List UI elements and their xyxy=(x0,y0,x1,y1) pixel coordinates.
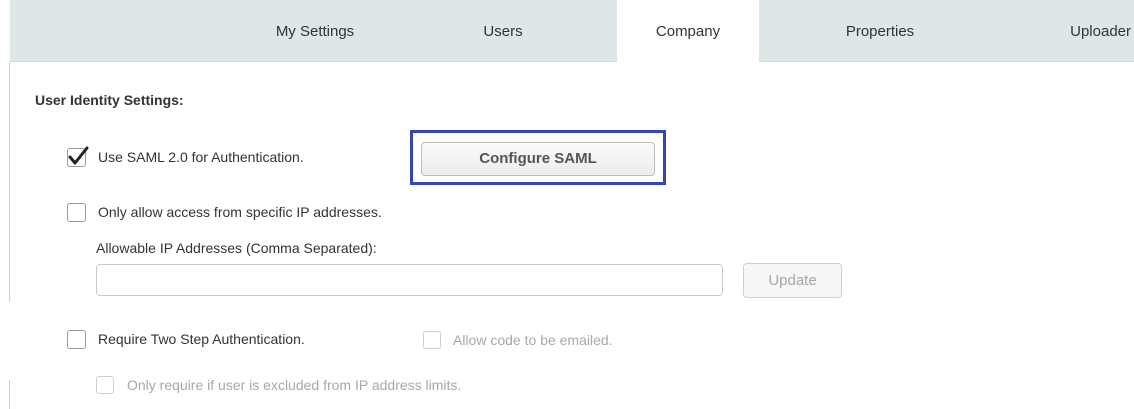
excluded-only-checkbox[interactable] xyxy=(96,376,114,394)
tab-users[interactable]: Users xyxy=(408,0,598,62)
section-title: User Identity Settings: xyxy=(35,92,184,108)
excluded-only-label: Only require if user is excluded from IP… xyxy=(127,377,462,393)
panel-left-border xyxy=(9,62,10,302)
two-step-checkbox[interactable] xyxy=(67,330,86,349)
update-button[interactable]: Update xyxy=(743,263,842,298)
ip-restriction-checkbox[interactable] xyxy=(67,203,86,222)
email-code-label: Allow code to be emailed. xyxy=(453,332,613,348)
email-code-checkbox[interactable] xyxy=(423,331,441,349)
tab-company[interactable]: Company xyxy=(617,0,759,63)
tab-uploader[interactable]: Uploader xyxy=(995,0,1134,62)
ip-restriction-label: Only allow access from specific IP addre… xyxy=(98,204,382,220)
two-step-label: Require Two Step Authentication. xyxy=(98,331,305,347)
tab-my-settings[interactable]: My Settings xyxy=(225,0,405,62)
saml-label: Use SAML 2.0 for Authentication. xyxy=(98,149,304,165)
saml-checkbox[interactable] xyxy=(67,146,89,167)
ip-addresses-input[interactable] xyxy=(96,264,723,296)
panel-left-border-lower xyxy=(9,380,10,409)
ip-addresses-field-label: Allowable IP Addresses (Comma Separated)… xyxy=(96,240,377,256)
configure-saml-button[interactable]: Configure SAML xyxy=(421,142,655,176)
checkmark-icon xyxy=(68,146,89,165)
settings-tab-bar: My Settings Users Company Properties Upl… xyxy=(10,0,1134,63)
tab-properties[interactable]: Properties xyxy=(780,0,980,62)
